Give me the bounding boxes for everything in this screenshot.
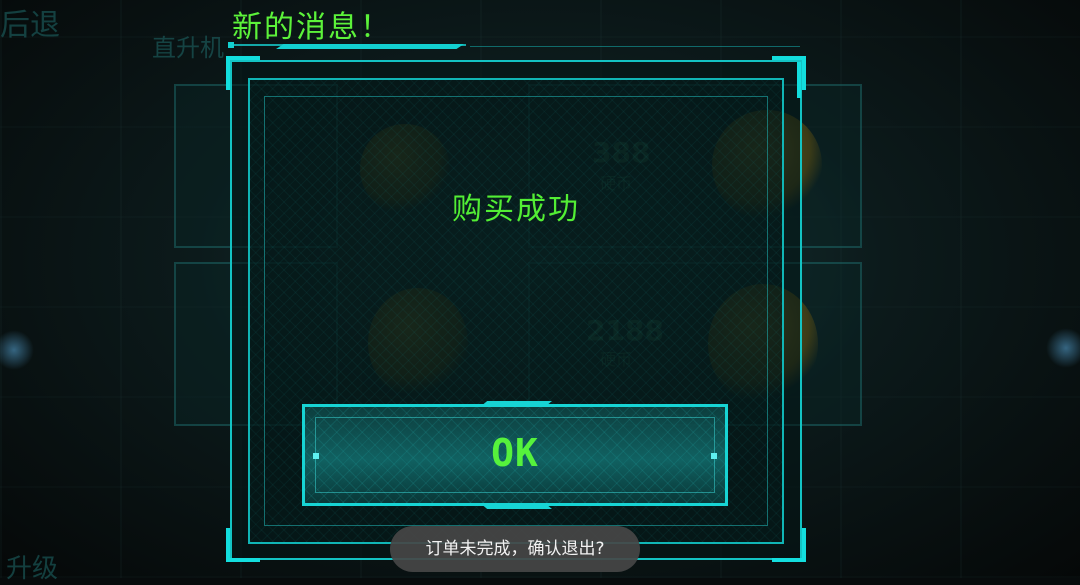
corner-bar <box>797 62 801 98</box>
corner-bracket <box>226 56 260 90</box>
corner-bracket <box>772 528 806 562</box>
title-underline-accent <box>276 44 464 49</box>
category-label: 直升机 <box>152 34 224 62</box>
ok-button-label: OK <box>491 431 539 475</box>
dialog-title: 新的消息！ <box>232 10 392 45</box>
ok-button[interactable]: OK <box>302 401 728 509</box>
ok-button-top-tab <box>480 401 552 407</box>
purchase-success-message: 购买成功 <box>452 192 580 227</box>
ok-button-bottom-tab <box>480 503 552 509</box>
side-light <box>1046 328 1080 368</box>
title-rule <box>470 46 800 47</box>
back-label: 后退 <box>0 8 60 43</box>
upgrade-label: 升级 <box>6 554 59 584</box>
corner-bracket <box>226 528 260 562</box>
title-underline-dot <box>228 42 234 48</box>
exit-confirm-toast: 订单未完成，确认退出? <box>390 526 640 572</box>
